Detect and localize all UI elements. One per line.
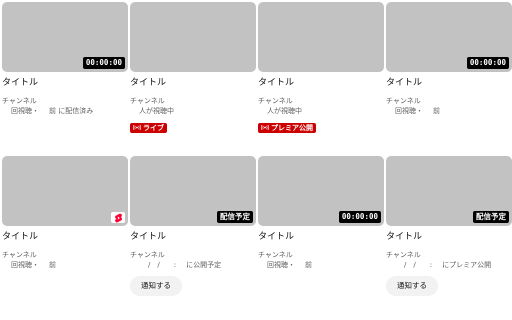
video-meta: 回視聴・ 前: [258, 260, 384, 270]
broadcast-icon: [261, 124, 269, 131]
duration-label: 00:00:00: [466, 57, 509, 69]
video-thumbnail[interactable]: 配信予定: [130, 156, 256, 226]
view-count: 回視聴・: [11, 107, 39, 115]
publish-time: 前: [49, 261, 56, 269]
premiere-badge: プレミア公開: [258, 122, 316, 133]
shorts-badge: [111, 212, 125, 223]
channel-name[interactable]: チャンネル: [130, 96, 256, 106]
channel-name[interactable]: チャンネル: [130, 250, 256, 260]
video-card[interactable]: 00:00:00 タイトル チャンネル 回視聴・ 前: [386, 2, 512, 116]
notify-button[interactable]: 通知する: [130, 276, 182, 296]
view-count: 回視聴・: [395, 107, 423, 115]
scheduled-label: 配信予定: [217, 211, 253, 223]
scheduled-text: に公開予定: [186, 261, 222, 269]
video-thumbnail[interactable]: 00:00:00: [2, 2, 128, 72]
viewer-count: 人が視聴中: [267, 107, 302, 115]
video-title[interactable]: タイトル: [258, 78, 384, 89]
scheduled-date: / / :: [148, 261, 177, 269]
channel-name[interactable]: チャンネル: [386, 96, 512, 106]
shorts-icon: [114, 213, 122, 222]
live-badge-label: ライブ: [143, 123, 164, 132]
video-meta: 回視聴・ 前 に配信済み: [2, 106, 128, 116]
video-card[interactable]: タイトル チャンネル 人が視聴中 ライブ: [130, 2, 256, 135]
video-thumbnail[interactable]: 00:00:00: [258, 156, 384, 226]
video-title[interactable]: タイトル: [386, 78, 512, 89]
video-title[interactable]: タイトル: [258, 232, 384, 243]
notify-button[interactable]: 通知する: [386, 276, 438, 296]
channel-name[interactable]: チャンネル: [258, 96, 384, 106]
video-card[interactable]: 00:00:00 タイトル チャンネル 回視聴・ 前 に配信済み: [2, 2, 128, 116]
video-card[interactable]: 配信予定 タイトル チャンネル / / : にプレミア公開 通知する: [386, 156, 512, 296]
scheduled-date: / / :: [404, 261, 433, 269]
video-card[interactable]: タイトル チャンネル 人が視聴中 プレミア公開: [258, 2, 384, 135]
view-count: 回視聴・: [267, 261, 295, 269]
publish-time: 前: [305, 261, 312, 269]
channel-name[interactable]: チャンネル: [258, 250, 384, 260]
view-count: 回視聴・: [11, 261, 39, 269]
video-meta: 回視聴・ 前: [2, 260, 128, 270]
video-meta: / / : にプレミア公開: [386, 260, 512, 270]
video-title[interactable]: タイトル: [130, 78, 256, 89]
video-meta: 人が視聴中: [258, 106, 384, 116]
video-meta: 人が視聴中: [130, 106, 256, 116]
live-badge: ライブ: [130, 122, 167, 133]
video-card[interactable]: 配信予定 タイトル チャンネル / / : に公開予定 通知する: [130, 156, 256, 296]
channel-name[interactable]: チャンネル: [2, 250, 128, 260]
video-card[interactable]: タイトル チャンネル 回視聴・ 前: [2, 156, 128, 270]
video-meta: 回視聴・ 前: [386, 106, 512, 116]
publish-time: 前: [433, 107, 440, 115]
video-thumbnail[interactable]: 配信予定: [386, 156, 512, 226]
duration-label: 00:00:00: [82, 57, 125, 69]
premiere-badge-label: プレミア公開: [271, 123, 313, 132]
video-title[interactable]: タイトル: [130, 232, 256, 243]
video-meta: / / : に公開予定: [130, 260, 256, 270]
video-thumbnail[interactable]: [130, 2, 256, 72]
video-title[interactable]: タイトル: [386, 232, 512, 243]
video-thumbnail[interactable]: [2, 156, 128, 226]
scheduled-label: 配信予定: [473, 211, 509, 223]
video-thumbnail[interactable]: [258, 2, 384, 72]
video-thumbnail[interactable]: 00:00:00: [386, 2, 512, 72]
scheduled-text: にプレミア公開: [442, 261, 492, 269]
video-title[interactable]: タイトル: [2, 78, 128, 89]
video-title[interactable]: タイトル: [2, 232, 128, 243]
publish-time: 前 に配信済み: [49, 107, 94, 115]
broadcast-icon: [133, 124, 141, 131]
channel-name[interactable]: チャンネル: [386, 250, 512, 260]
channel-name[interactable]: チャンネル: [2, 96, 128, 106]
duration-label: 00:00:00: [338, 211, 381, 223]
viewer-count: 人が視聴中: [139, 107, 174, 115]
video-card[interactable]: 00:00:00 タイトル チャンネル 回視聴・ 前: [258, 156, 384, 270]
